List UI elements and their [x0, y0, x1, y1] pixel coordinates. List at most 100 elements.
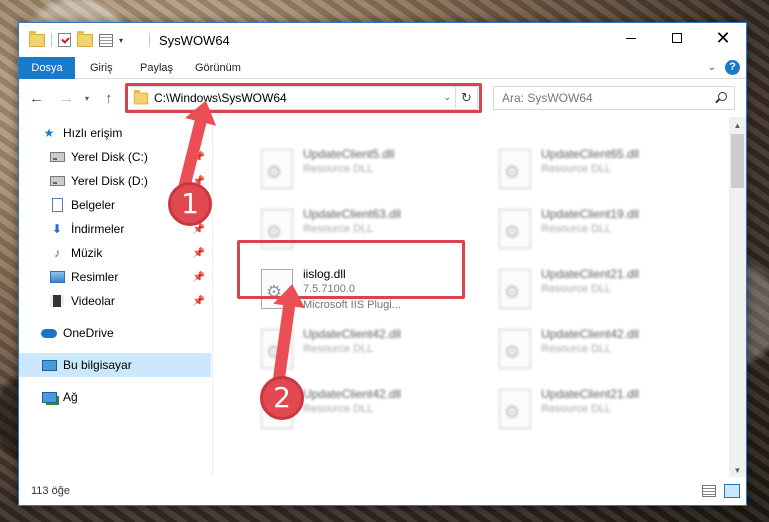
sidebar-item-label: Yerel Disk (C:) [71, 150, 148, 164]
minimize-button[interactable] [608, 23, 654, 53]
expand-ribbon-icon[interactable]: ⌄ [708, 62, 716, 73]
new-folder-icon[interactable] [77, 30, 93, 47]
item-count: 113 öğe [31, 485, 70, 497]
quick-access-toolbar: ▾ [29, 30, 123, 47]
dll-file-icon [499, 269, 531, 309]
title-divider [149, 33, 150, 47]
file-name: UpdateClient63.dll [303, 207, 402, 221]
dll-file-icon [499, 149, 531, 189]
videos-icon-wrap [49, 294, 65, 308]
dll-file-icon [499, 329, 531, 369]
sidebar-item-pictures[interactable]: Resimler 📌 [49, 265, 213, 289]
tab-view[interactable]: Görünüm [195, 57, 241, 79]
sidebar-item-this-pc[interactable]: Bu bilgisayar [19, 353, 211, 377]
pin-icon[interactable]: 📌 [193, 248, 205, 259]
document-icon-wrap [49, 198, 65, 212]
file-description: Resource DLL [303, 343, 374, 355]
ribbon-tabs: Dosya Giriş Paylaş Görünüm ⌄ ? [19, 57, 746, 113]
videos-icon [50, 295, 64, 307]
file-item[interactable]: UpdateClient19.dll Resource DLL [491, 201, 717, 257]
maximize-button[interactable] [654, 23, 700, 53]
sidebar-item-label: OneDrive [63, 326, 114, 340]
scroll-up-icon[interactable]: ▲ [729, 117, 746, 134]
document-icon [51, 198, 63, 212]
sidebar-item-videos[interactable]: Videolar 📌 [49, 289, 213, 313]
file-item[interactable]: UpdateClient21.dll Resource DLL [491, 381, 717, 437]
computer-icon [41, 359, 57, 371]
address-highlight-box [125, 83, 482, 113]
star-icon: ★ [43, 126, 55, 140]
search-input[interactable]: Ara: SysWOW64 [493, 86, 735, 110]
pin-icon[interactable]: 📌 [193, 272, 205, 283]
file-description: Resource DLL [541, 223, 612, 235]
dll-file-icon [261, 149, 293, 189]
properties-check-icon[interactable] [58, 33, 71, 47]
pictures-icon-wrap [49, 270, 65, 284]
large-icons-view-icon[interactable] [724, 484, 740, 498]
file-name: UpdateClient42.dll [541, 327, 640, 341]
sidebar-item-network[interactable]: Ağ [41, 385, 213, 409]
vertical-scrollbar[interactable]: ▲ ▼ [729, 117, 746, 479]
dll-file-icon [499, 209, 531, 249]
disk-icon [49, 176, 65, 186]
file-item[interactable]: UpdateClient65.dll Resource DLL [491, 141, 717, 197]
sidebar-item-label: Ağ [63, 390, 78, 404]
file-name: UpdateClient21.dll [541, 387, 640, 401]
disk-icon-wrap [49, 174, 65, 188]
recent-locations-icon[interactable]: ▾ [85, 94, 89, 103]
search-icon[interactable] [718, 92, 727, 101]
close-button[interactable]: ✕ [700, 23, 746, 53]
cloud-icon [41, 328, 57, 338]
minimize-icon [626, 37, 636, 39]
details-view-icon[interactable] [702, 485, 716, 497]
music-icon: ♪ [54, 246, 60, 260]
up-arrow-icon[interactable]: ↑ [105, 90, 113, 107]
sidebar-item-label: Yerel Disk (D:) [71, 174, 148, 188]
file-item[interactable]: UpdateClient5.dll Resource DLL [253, 141, 479, 197]
sidebar-item-label: Müzik [71, 246, 103, 260]
back-arrow-icon[interactable]: ← [29, 90, 44, 107]
maximize-icon [672, 33, 682, 43]
title-bar: ▾ SysWOW64 ✕ [19, 23, 746, 57]
sidebar-item-label: Hızlı erişim [63, 126, 123, 140]
toolbar-divider [51, 33, 52, 47]
network-icon-wrap [41, 390, 57, 404]
file-description: Resource DLL [541, 343, 612, 355]
sidebar-item-label: Bu bilgisayar [63, 358, 132, 372]
window-title: SysWOW64 [159, 33, 230, 48]
sidebar-item-music[interactable]: ♪ Müzik 📌 [49, 241, 213, 265]
navigation-bar: ← → ▾ ↑ C:\Windows\SysWOW64 ⌄ ↻ Ara: Sys… [19, 79, 746, 117]
sidebar-item-label: Videolar [71, 294, 115, 308]
disk-icon [49, 152, 65, 162]
network-icon [41, 391, 57, 403]
pin-icon[interactable]: 📌 [193, 296, 205, 307]
tab-share[interactable]: Paylaş [140, 57, 173, 79]
file-name: UpdateClient65.dll [541, 147, 640, 161]
file-description: Resource DLL [541, 283, 612, 295]
search-placeholder[interactable]: Ara: SysWOW64 [502, 91, 593, 105]
file-item[interactable]: UpdateClient42.dll Resource DLL [491, 321, 717, 377]
sidebar-item-onedrive[interactable]: OneDrive [41, 321, 213, 345]
forward-arrow-icon[interactable]: → [59, 90, 74, 107]
file-description: Resource DLL [541, 163, 612, 175]
folder-icon [29, 30, 45, 47]
status-bar: 113 öğe [19, 477, 746, 505]
disk-icon-wrap [49, 150, 65, 164]
computer-icon-wrap [41, 358, 57, 372]
tab-home[interactable]: Giriş [90, 57, 113, 79]
file-description: Microsoft IIS Plugi... [303, 299, 401, 311]
close-icon: ✕ [715, 28, 731, 48]
help-icon[interactable]: ? [725, 60, 740, 75]
sidebar-item-label: Resimler [71, 270, 119, 284]
file-name: UpdateClient42.dll [303, 387, 402, 401]
file-name: UpdateClient5.dll [303, 147, 395, 161]
file-item[interactable]: UpdateClient21.dll Resource DLL [491, 261, 717, 317]
rename-icon[interactable] [99, 33, 113, 47]
step-badge-2: 2 [260, 376, 304, 420]
customize-toolbar-icon[interactable]: ▾ [119, 36, 123, 45]
file-name: UpdateClient21.dll [541, 267, 640, 281]
sidebar-item-label: İndirmeler [71, 222, 125, 236]
file-name: UpdateClient19.dll [541, 207, 640, 221]
file-description: Resource DLL [303, 223, 374, 235]
scroll-thumb[interactable] [731, 134, 744, 188]
